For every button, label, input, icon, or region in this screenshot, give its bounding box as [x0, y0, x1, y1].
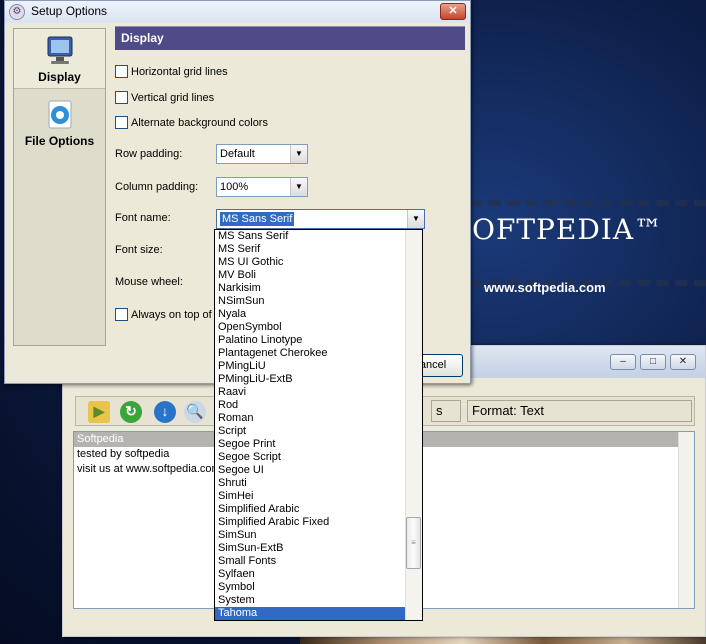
- font-option[interactable]: MS Sans Serif: [215, 230, 422, 243]
- font-option[interactable]: Tahoma: [215, 607, 422, 620]
- checkbox-box[interactable]: [115, 65, 128, 78]
- checkbox-box[interactable]: [115, 91, 128, 104]
- font-option[interactable]: Simplified Arabic: [215, 503, 422, 516]
- font-list: MS Sans Serif MS Serif MS UI Gothic MV Boli…: [215, 230, 422, 620]
- font-dropdown-list[interactable]: MS Sans Serif MS Serif MS UI Gothic MV Boli…: [214, 229, 423, 621]
- softpedia-url: www.softpedia.com: [484, 280, 606, 295]
- font-name-label: Font name:: [115, 212, 171, 224]
- setup-sidebar: Display File Options: [13, 28, 106, 346]
- font-option[interactable]: SimSun: [215, 529, 422, 542]
- monitor-icon: [47, 36, 72, 64]
- editor-scrollbar[interactable]: [678, 432, 694, 608]
- chevron-down-icon[interactable]: ▼: [290, 145, 307, 163]
- restore-button[interactable]: □: [640, 354, 666, 370]
- font-option[interactable]: NSimSun: [215, 295, 422, 308]
- font-size-label: Font size:: [115, 244, 163, 256]
- format-status: Format: Text: [467, 400, 692, 422]
- setup-titlebar[interactable]: ⚙ Setup Options ✕: [5, 1, 470, 23]
- font-option[interactable]: PMingLiU: [215, 360, 422, 373]
- font-name-select[interactable]: MS Sans Serif ▼: [216, 209, 425, 229]
- mouse-wheel-label: Mouse wheel:: [115, 276, 183, 288]
- sidebar-item-display[interactable]: Display: [14, 29, 105, 89]
- always-on-top-checkbox[interactable]: Always on top of o: [115, 308, 221, 321]
- gear-icon: [48, 100, 71, 129]
- vertical-grid-checkbox[interactable]: Vertical grid lines: [115, 91, 214, 104]
- font-option[interactable]: Segoe UI: [215, 464, 422, 477]
- chevron-down-icon[interactable]: ▼: [290, 178, 307, 196]
- row-padding-select[interactable]: Default ▼: [216, 144, 308, 164]
- status-field: s: [431, 400, 461, 422]
- select-value: 100%: [220, 181, 249, 193]
- close-button[interactable]: ✕: [670, 354, 696, 370]
- checkbox-label: Always on top of o: [131, 308, 221, 321]
- refresh-icon[interactable]: ↻: [120, 401, 142, 423]
- font-option[interactable]: Narkisim: [215, 282, 422, 295]
- sidebar-item-label: File Options: [24, 134, 95, 148]
- font-option[interactable]: Palatino Linotype: [215, 334, 422, 347]
- font-option[interactable]: MS UI Gothic: [215, 256, 422, 269]
- setup-app-icon: ⚙: [9, 4, 25, 20]
- open-folder-icon[interactable]: ▶: [88, 401, 110, 423]
- checkbox-label: Horizontal grid lines: [131, 65, 228, 78]
- chevron-down-icon[interactable]: ▼: [407, 210, 424, 228]
- font-option[interactable]: PMingLiU-ExtB: [215, 373, 422, 386]
- checkbox-label: Vertical grid lines: [131, 91, 215, 104]
- checkbox-label: Alternate background colors: [131, 116, 268, 129]
- font-option[interactable]: MV Boli: [215, 269, 422, 282]
- font-option[interactable]: SimSun-ExtB: [215, 542, 422, 555]
- font-option[interactable]: Shruti: [215, 477, 422, 490]
- font-option[interactable]: Symbol: [215, 581, 422, 594]
- panel-title: Display: [115, 26, 465, 50]
- checkbox-box[interactable]: [115, 116, 128, 129]
- font-option[interactable]: Small Fonts: [215, 555, 422, 568]
- scrollbar-thumb[interactable]: ≡: [406, 517, 421, 569]
- font-option[interactable]: SimHei: [215, 490, 422, 503]
- font-option[interactable]: Script: [215, 425, 422, 438]
- sidebar-item-label: Display: [38, 70, 81, 84]
- setup-title: Setup Options: [31, 4, 108, 18]
- row-padding-label: Row padding:: [115, 148, 183, 160]
- select-value: Default: [220, 148, 255, 160]
- font-option[interactable]: OpenSymbol: [215, 321, 422, 334]
- dropdown-scrollbar[interactable]: ≡: [405, 230, 422, 620]
- font-option[interactable]: Sylfaen: [215, 568, 422, 581]
- font-option[interactable]: System: [215, 594, 422, 607]
- select-value: MS Sans Serif: [220, 212, 295, 226]
- font-option[interactable]: Raavi: [215, 386, 422, 399]
- checkbox-box[interactable]: [115, 308, 128, 321]
- minimize-button[interactable]: –: [610, 354, 636, 370]
- column-padding-label: Column padding:: [115, 181, 199, 193]
- font-option[interactable]: Rod: [215, 399, 422, 412]
- font-option[interactable]: Nyala: [215, 308, 422, 321]
- horizontal-grid-checkbox[interactable]: Horizontal grid lines: [115, 65, 228, 78]
- font-option[interactable]: Roman: [215, 412, 422, 425]
- setup-close-button[interactable]: ✕: [440, 3, 466, 20]
- font-option[interactable]: Segoe Script: [215, 451, 422, 464]
- column-padding-select[interactable]: 100% ▼: [216, 177, 308, 197]
- font-option[interactable]: Segoe Print: [215, 438, 422, 451]
- font-option[interactable]: Plantagenet Cherokee: [215, 347, 422, 360]
- alternate-colors-checkbox[interactable]: Alternate background colors: [115, 116, 268, 129]
- softpedia-brand: OFTPEDIA™: [472, 213, 664, 246]
- font-option[interactable]: MS Serif: [215, 243, 422, 256]
- sidebar-item-file-options[interactable]: File Options: [14, 93, 105, 153]
- font-option[interactable]: Simplified Arabic Fixed: [215, 516, 422, 529]
- search-icon[interactable]: 🔍: [184, 401, 206, 423]
- download-icon[interactable]: ↓: [154, 401, 176, 423]
